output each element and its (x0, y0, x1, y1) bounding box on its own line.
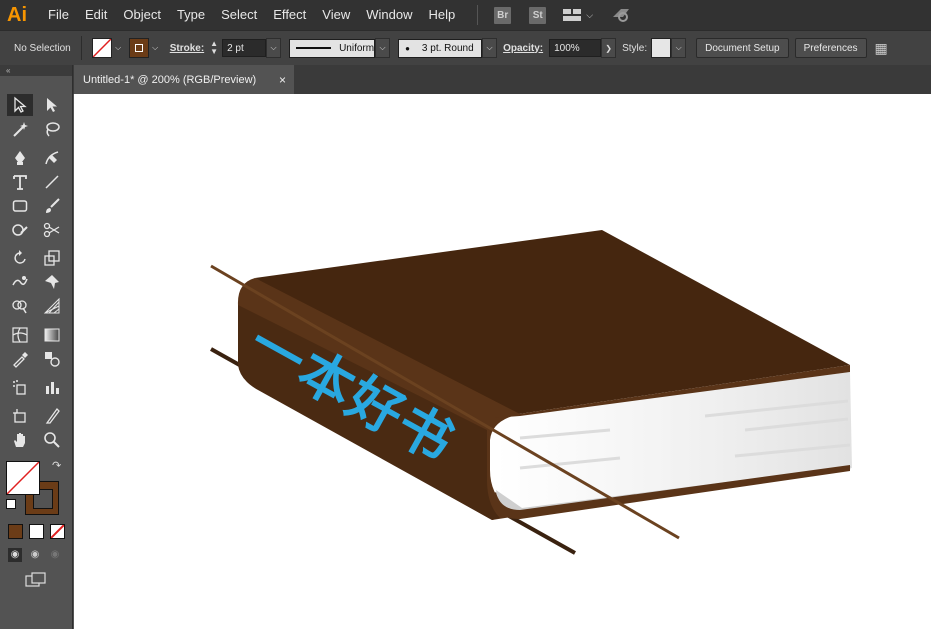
warp-tool-icon[interactable] (7, 271, 33, 293)
stroke-weight-field[interactable]: 2 pt (222, 39, 267, 57)
stroke-dropdown[interactable]: ⌵ (149, 39, 162, 57)
profile-dropdown[interactable]: ⌵ (375, 38, 391, 58)
selection-status: No Selection (14, 42, 71, 54)
menu-effect[interactable]: Effect (265, 0, 314, 30)
stroke-label[interactable]: Stroke: (170, 43, 204, 54)
type-tool-icon[interactable] (7, 171, 33, 193)
stroke-weight-value: 2 pt (227, 42, 244, 54)
column-graph-tool-icon[interactable] (39, 376, 65, 398)
swap-fill-stroke-icon[interactable]: ↷ (52, 459, 61, 472)
symbol-sprayer-tool-icon[interactable] (7, 376, 33, 398)
default-colors-icon[interactable] (6, 499, 16, 509)
menu-object[interactable]: Object (115, 0, 169, 30)
direct-selection-tool-icon[interactable] (39, 94, 65, 116)
fill-dropdown[interactable]: ⌵ (112, 39, 125, 57)
gpu-performance-icon[interactable] (611, 5, 633, 26)
drawing-mode-row: ◉ ◉ ◉ (8, 548, 62, 562)
perspective-grid-tool-icon[interactable] (39, 295, 65, 317)
style-dropdown[interactable]: ⌵ (671, 38, 687, 58)
stock-button[interactable]: St (529, 6, 547, 24)
workspace-layout-button[interactable]: ⌵ (562, 8, 593, 22)
opacity-value: 100% (554, 42, 580, 54)
slice-tool-icon[interactable] (39, 405, 65, 427)
variable-width-profile[interactable]: Uniform (289, 38, 376, 58)
transform-icon[interactable]: ▦ (875, 40, 888, 57)
rotate-tool-icon[interactable] (7, 247, 33, 269)
fill-stroke-control: ↷ (6, 459, 66, 517)
pen-tool-icon[interactable] (7, 147, 33, 169)
none-mode-button[interactable] (50, 524, 65, 539)
menu-bar: Ai File Edit Object Type Select Effect V… (0, 0, 931, 30)
menu-view[interactable]: View (314, 0, 358, 30)
chevron-down-icon: ⌵ (586, 9, 594, 20)
puppet-warp-tool-icon[interactable] (39, 271, 65, 293)
opacity-label[interactable]: Opacity: (503, 43, 543, 54)
menu-select[interactable]: Select (213, 0, 265, 30)
opacity-arrow[interactable]: ❯ (601, 38, 617, 58)
gradient-tool-icon[interactable] (39, 324, 65, 346)
document-tab-title: Untitled-1* @ 200% (RGB/Preview) (83, 73, 257, 86)
fill-swatch[interactable] (91, 38, 112, 58)
mesh-tool-icon[interactable] (7, 324, 33, 346)
tools-panel: « ↷ ◉ ◉ ◉ (0, 65, 73, 629)
draw-inside-icon[interactable]: ◉ (48, 548, 62, 562)
artboard-canvas[interactable]: 一本好书 (74, 94, 931, 629)
blend-tool-icon[interactable] (39, 348, 65, 370)
close-tab-icon[interactable]: × (279, 73, 286, 87)
gradient-mode-button[interactable] (29, 524, 44, 539)
brush-dropdown[interactable]: ⌵ (482, 38, 498, 58)
rectangle-tool-icon[interactable] (7, 195, 33, 217)
brush-value: 3 pt. Round (421, 42, 474, 54)
shape-builder-tool-icon[interactable] (7, 295, 33, 317)
brush-definition[interactable]: ● 3 pt. Round (398, 38, 483, 58)
menu-window[interactable]: Window (358, 0, 420, 30)
line-segment-tool-icon[interactable] (39, 171, 65, 193)
fill-color-box[interactable] (6, 461, 40, 495)
color-mode-row (8, 524, 65, 539)
artboard-tool-icon[interactable] (7, 405, 33, 427)
menu-help[interactable]: Help (420, 0, 463, 30)
menu-type[interactable]: Type (169, 0, 213, 30)
tools-panel-collapse[interactable]: « (0, 65, 72, 76)
menu-edit[interactable]: Edit (77, 0, 115, 30)
screen-mode-icon[interactable] (25, 572, 47, 588)
stroke-weight-dropdown[interactable]: ⌵ (266, 38, 282, 58)
color-mode-button[interactable] (8, 524, 23, 539)
eyedropper-tool-icon[interactable] (7, 348, 33, 370)
curvature-tool-icon[interactable] (39, 147, 65, 169)
hand-tool-icon[interactable] (7, 429, 33, 451)
menu-separator (477, 5, 479, 25)
bridge-button[interactable]: Br (494, 6, 512, 24)
profile-value: Uniform (339, 42, 375, 54)
document-tab[interactable]: Untitled-1* @ 200% (RGB/Preview) × (74, 65, 294, 94)
selection-tool-icon[interactable] (7, 94, 33, 116)
zoom-tool-icon[interactable] (39, 429, 65, 451)
scale-tool-icon[interactable] (39, 247, 65, 269)
control-bar: No Selection ⌵ ⌵ Stroke: ▲ ▼ 2 pt ⌵ Unifo… (0, 30, 931, 66)
style-label: Style: (622, 42, 648, 54)
book-artwork: 一本好书 (210, 230, 852, 555)
graphic-style-swatch[interactable] (651, 38, 672, 58)
document-tab-bar: Untitled-1* @ 200% (RGB/Preview) × (0, 65, 931, 94)
brush-dot-icon: ● (405, 43, 410, 53)
magic-wand-tool-icon[interactable] (7, 118, 33, 140)
scissors-tool-icon[interactable] (39, 219, 65, 241)
shaper-tool-icon[interactable] (7, 219, 33, 241)
stroke-weight-stepper[interactable]: ▲ ▼ (210, 40, 218, 56)
paintbrush-tool-icon[interactable] (39, 195, 65, 217)
draw-behind-icon[interactable]: ◉ (28, 548, 42, 562)
document-setup-button[interactable]: Document Setup (696, 38, 789, 58)
arrange-documents-icon (563, 9, 582, 21)
preferences-button[interactable]: Preferences (794, 38, 867, 58)
draw-normal-icon[interactable]: ◉ (8, 548, 22, 562)
menu-file[interactable]: File (40, 0, 77, 30)
lasso-tool-icon[interactable] (39, 118, 65, 140)
stroke-swatch[interactable] (128, 38, 149, 58)
app-logo: Ai (7, 3, 27, 26)
opacity-field[interactable]: 100% (549, 39, 602, 57)
